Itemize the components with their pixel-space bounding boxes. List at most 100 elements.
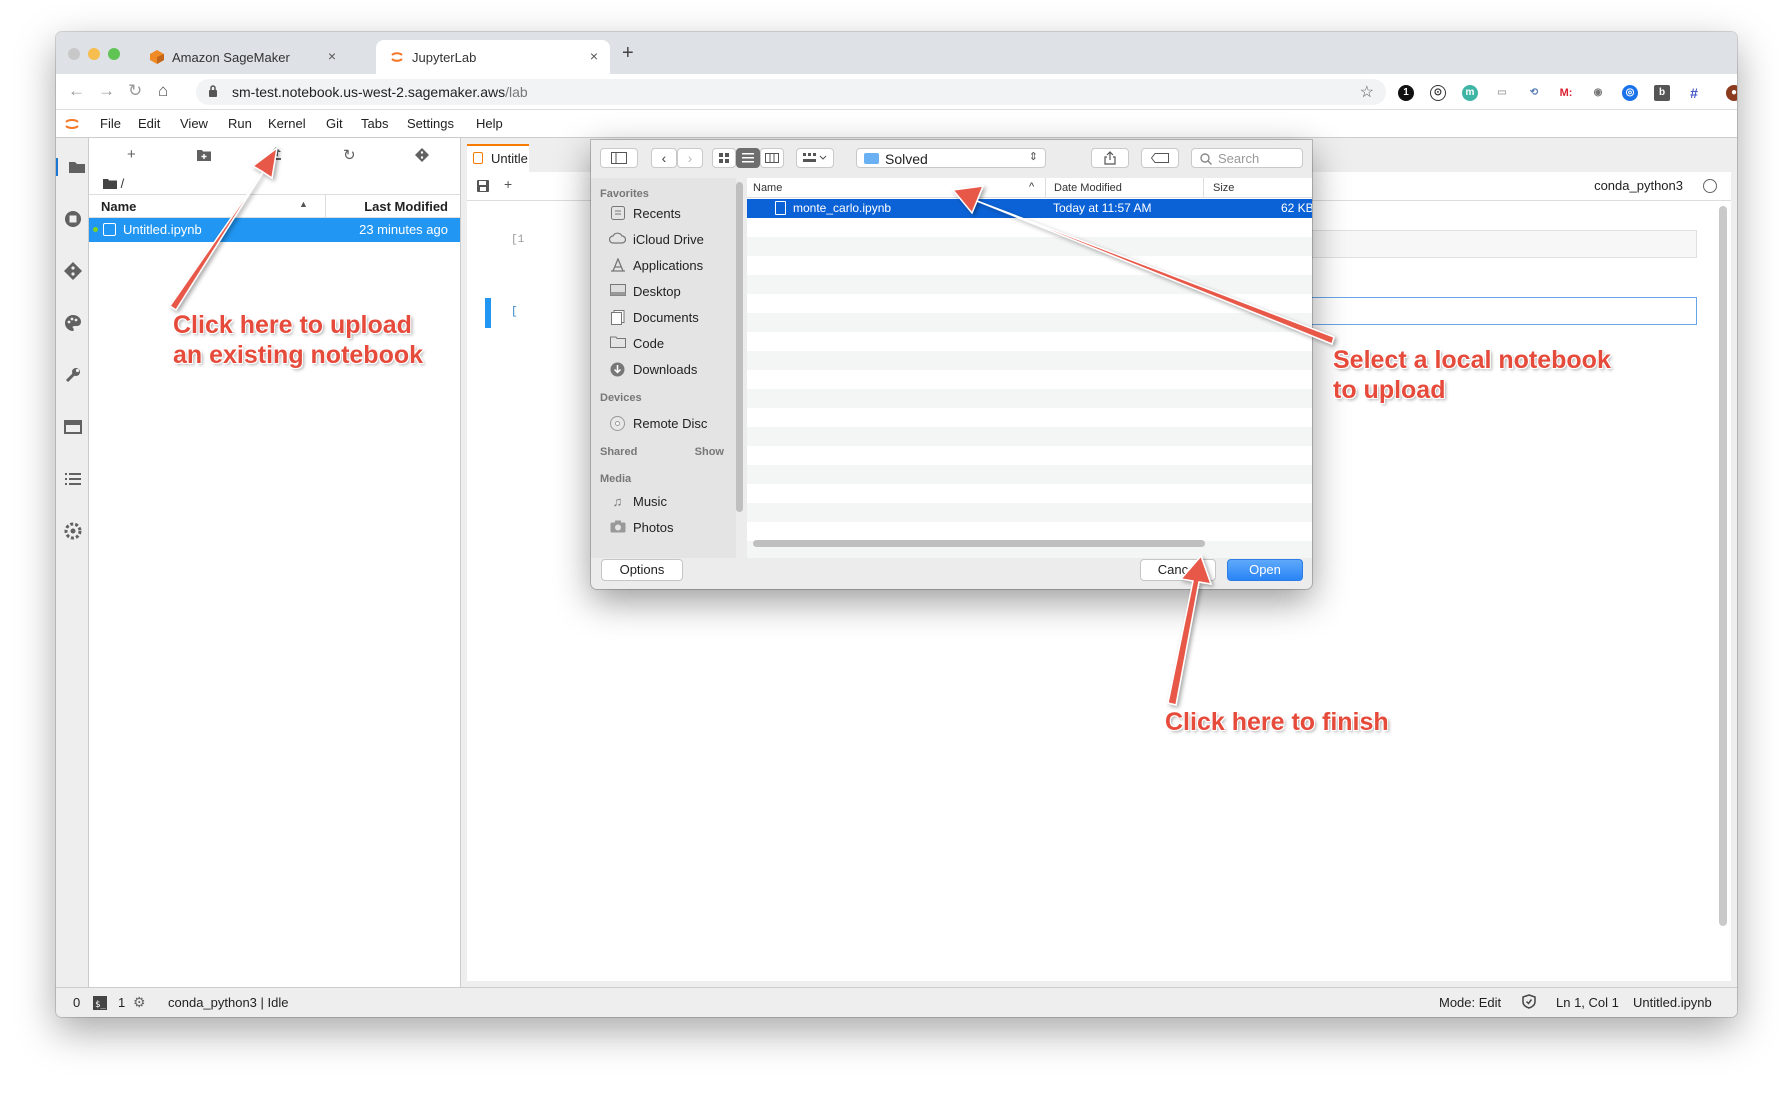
shield-icon[interactable]	[1522, 994, 1536, 1012]
reload-icon[interactable]: ↻	[128, 81, 142, 101]
sidebar-toggle-icon[interactable]	[600, 148, 638, 168]
kernel-status[interactable]: conda_python3 | Idle	[168, 995, 288, 1010]
new-tab-button[interactable]: +	[622, 42, 634, 65]
menu-run[interactable]: Run	[228, 116, 252, 131]
menu-help[interactable]: Help	[476, 116, 503, 131]
back-chevron-icon[interactable]: ‹	[651, 148, 677, 168]
close-window-button[interactable]	[68, 48, 80, 60]
bookmark-star-icon[interactable]: ☆	[1360, 82, 1374, 102]
forward-icon[interactable]: →	[98, 81, 115, 101]
zoom-window-button[interactable]	[108, 48, 120, 60]
search-field[interactable]: Search	[1191, 148, 1303, 168]
insert-cell-icon[interactable]: +	[504, 176, 512, 192]
file-row[interactable]: Untitled.ipynb 23 minutes ago	[89, 218, 460, 242]
new-folder-icon[interactable]	[197, 148, 211, 165]
file-row-selected[interactable]: monte_carlo.ipynb Today at 11:57 AM 62 K…	[747, 199, 1312, 218]
shared-header: Shared	[600, 446, 638, 458]
1password-icon[interactable]: 1	[1398, 85, 1414, 101]
tab-jupyterlab[interactable]: JupyterLab ×	[376, 40, 610, 74]
b-extension-icon[interactable]: b	[1654, 85, 1670, 101]
active-code-cell[interactable]	[1251, 297, 1697, 325]
tab-untitled-notebook[interactable]: Untitle	[467, 144, 529, 172]
refresh-extension-icon[interactable]: ⟲	[1526, 85, 1542, 101]
green-extension-icon[interactable]: m	[1462, 85, 1478, 101]
annotation-line: an existing notebook	[173, 341, 424, 369]
size-column-header[interactable]: Size	[1213, 182, 1234, 194]
git-icon[interactable]	[64, 262, 82, 280]
tab-label: JupyterLab	[412, 50, 477, 65]
menu-tabs[interactable]: Tabs	[361, 116, 388, 131]
cancel-button[interactable]: Cancel	[1140, 559, 1216, 581]
options-button[interactable]: Options	[601, 559, 683, 581]
jupyter-logo-icon	[64, 116, 80, 132]
group-by-icon[interactable]	[796, 148, 834, 168]
notebook-tab-label: Untitle	[491, 151, 528, 166]
vertical-scrollbar[interactable]	[1719, 206, 1727, 926]
open-button[interactable]: Open	[1227, 559, 1303, 581]
git-clone-icon[interactable]	[415, 148, 429, 166]
forward-chevron-icon[interactable]: ›	[677, 148, 703, 168]
table-of-contents-icon[interactable]	[64, 470, 82, 488]
sidebar-scrollbar[interactable]	[736, 182, 743, 512]
m-extension-icon[interactable]: M:	[1558, 85, 1574, 101]
palette-icon[interactable]	[64, 314, 82, 332]
svg-text:$_: $_	[95, 1000, 106, 1010]
minimize-window-button[interactable]	[88, 48, 100, 60]
sidebar-label: Photos	[633, 520, 674, 535]
jupyter-icon	[390, 50, 404, 64]
icon-view-icon[interactable]	[712, 148, 736, 168]
profile-avatar[interactable]: ●	[1726, 85, 1737, 101]
date-modified-column-header[interactable]: Date Modified	[1054, 182, 1122, 194]
blue-ring-extension-icon[interactable]: ◎	[1622, 85, 1638, 101]
menu-settings[interactable]: Settings	[407, 116, 454, 131]
running-kernels-icon[interactable]	[64, 210, 82, 228]
menu-git[interactable]: Git	[326, 116, 343, 131]
kernel-name[interactable]: conda_python3	[1594, 178, 1683, 193]
last-modified-column-header[interactable]: Last Modified	[364, 199, 448, 214]
home-icon[interactable]: ⌂	[158, 81, 168, 101]
tag-icon[interactable]	[1141, 148, 1179, 168]
back-icon[interactable]: ←	[68, 81, 85, 101]
wrench-icon[interactable]	[64, 366, 82, 384]
share-icon[interactable]	[1091, 148, 1129, 168]
list-view-icon[interactable]	[736, 148, 760, 168]
circle-extension-icon[interactable]: ⊙	[1430, 85, 1446, 101]
camera-extension-icon[interactable]: ◉	[1590, 85, 1606, 101]
sidebar-label: Code	[633, 336, 665, 351]
shared-show-link[interactable]: Show	[695, 446, 724, 458]
cursor-position[interactable]: Ln 1, Col 1	[1556, 995, 1619, 1010]
disc-icon	[609, 416, 626, 431]
url-field[interactable]: sm-test.notebook.us-west-2.sagemaker.aws…	[196, 79, 1386, 105]
menu-edit[interactable]: Edit	[138, 116, 160, 131]
terminal-count[interactable]: 0	[73, 995, 80, 1010]
tabs-icon[interactable]	[64, 418, 82, 436]
close-tab-icon[interactable]: ×	[328, 48, 336, 64]
hash-extension-icon[interactable]: #	[1686, 85, 1702, 101]
name-column-header[interactable]: Name	[753, 182, 782, 194]
name-column-header[interactable]: Name	[101, 199, 136, 214]
status-filename: Untitled.ipynb	[1633, 995, 1712, 1010]
terminal-icon: $_	[93, 996, 107, 1013]
code-cell[interactable]	[1251, 230, 1697, 258]
breadcrumb[interactable]: /	[103, 176, 124, 191]
tab-extension-icon[interactable]: ▭	[1494, 85, 1510, 101]
save-icon[interactable]	[477, 179, 489, 195]
new-launcher-icon[interactable]: +	[127, 146, 136, 163]
finish-annotation: Click here to finish	[1165, 708, 1389, 736]
refresh-icon[interactable]: ↻	[343, 146, 356, 164]
upload-icon[interactable]	[270, 146, 282, 164]
kernel-count[interactable]: 1	[118, 995, 125, 1010]
folder-icon[interactable]	[56, 158, 89, 176]
file-name: monte_carlo.ipynb	[793, 201, 892, 215]
horizontal-scrollbar[interactable]	[753, 540, 1205, 547]
sidebar-label: Documents	[633, 310, 699, 325]
extension-manager-icon[interactable]	[64, 522, 82, 540]
tab-amazon-sagemaker[interactable]: Amazon SageMaker ×	[136, 40, 348, 74]
close-tab-icon[interactable]: ×	[590, 48, 598, 64]
menu-view[interactable]: View	[180, 116, 208, 131]
menu-kernel[interactable]: Kernel	[268, 116, 306, 131]
sidebar-label: Desktop	[633, 284, 681, 299]
menu-file[interactable]: File	[100, 116, 121, 131]
column-view-icon[interactable]	[760, 148, 784, 168]
folder-location-popup[interactable]: Solved ⇕	[856, 148, 1046, 168]
